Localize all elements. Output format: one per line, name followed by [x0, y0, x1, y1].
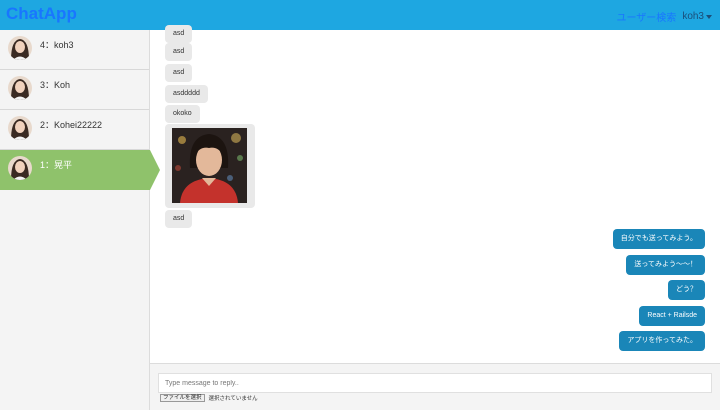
chevron-down-icon — [706, 14, 712, 19]
user-list-sidebar: 4：koh3 3：Koh 2：Kohei22222 1：晃平 — [0, 30, 160, 410]
outgoing-message: アプリを作ってみた。 — [619, 331, 705, 351]
reply-area: ファイルを選択 選択されていません — [150, 363, 720, 410]
outgoing-message: どう？ — [668, 280, 705, 300]
navbar-right: ユーザー検索 koh3 — [617, 9, 712, 24]
incoming-image-message[interactable] — [165, 124, 255, 208]
incoming-message: okoko — [165, 105, 200, 123]
user-list-label: 2：Kohei22222 — [40, 120, 103, 130]
outgoing-message: 自分でも送ってみよう。 — [612, 229, 705, 249]
message-input[interactable] — [158, 373, 712, 393]
user-avatar — [8, 156, 32, 180]
outgoing-message: 送ってみよう〜〜！ — [626, 255, 705, 275]
user-avatar — [8, 76, 32, 100]
incoming-message: asd — [165, 210, 193, 228]
user-list-label: 1：晃平 — [40, 160, 73, 170]
incoming-message: asd — [165, 64, 193, 82]
current-user-name: koh3 — [682, 11, 704, 22]
navbar: ChatApp ユーザー検索 koh3 — [0, 0, 720, 30]
file-upload-row: ファイルを選択 選択されていません — [160, 394, 258, 402]
user-avatar — [8, 36, 32, 60]
file-status-text: 選択されていません — [208, 396, 258, 402]
user-menu-dropdown[interactable]: koh3 — [682, 11, 712, 22]
file-select-button[interactable]: ファイルを選択 — [160, 394, 205, 402]
message-thread: asd asd asd asddddd okoko asd 自分でも送ってみよう… — [150, 25, 720, 363]
incoming-message: asd — [165, 25, 193, 43]
message-photo — [172, 128, 247, 203]
incoming-message: asddddd — [165, 85, 208, 103]
user-list-item[interactable]: 2：Kohei22222 — [0, 110, 149, 150]
user-list-item[interactable]: 3：Koh — [0, 70, 149, 110]
user-list-item[interactable]: 4：koh3 — [0, 30, 149, 70]
user-list-item-active[interactable]: 1：晃平 — [0, 150, 160, 190]
user-list-label: 3：Koh — [40, 80, 71, 90]
user-avatar — [8, 116, 32, 140]
user-list-label: 4：koh3 — [40, 40, 74, 50]
user-search-link[interactable]: ユーザー検索 — [617, 9, 677, 24]
incoming-message: asd — [165, 43, 193, 61]
outgoing-message: React + Railsde — [639, 306, 705, 326]
app-brand[interactable]: ChatApp — [6, 4, 77, 24]
